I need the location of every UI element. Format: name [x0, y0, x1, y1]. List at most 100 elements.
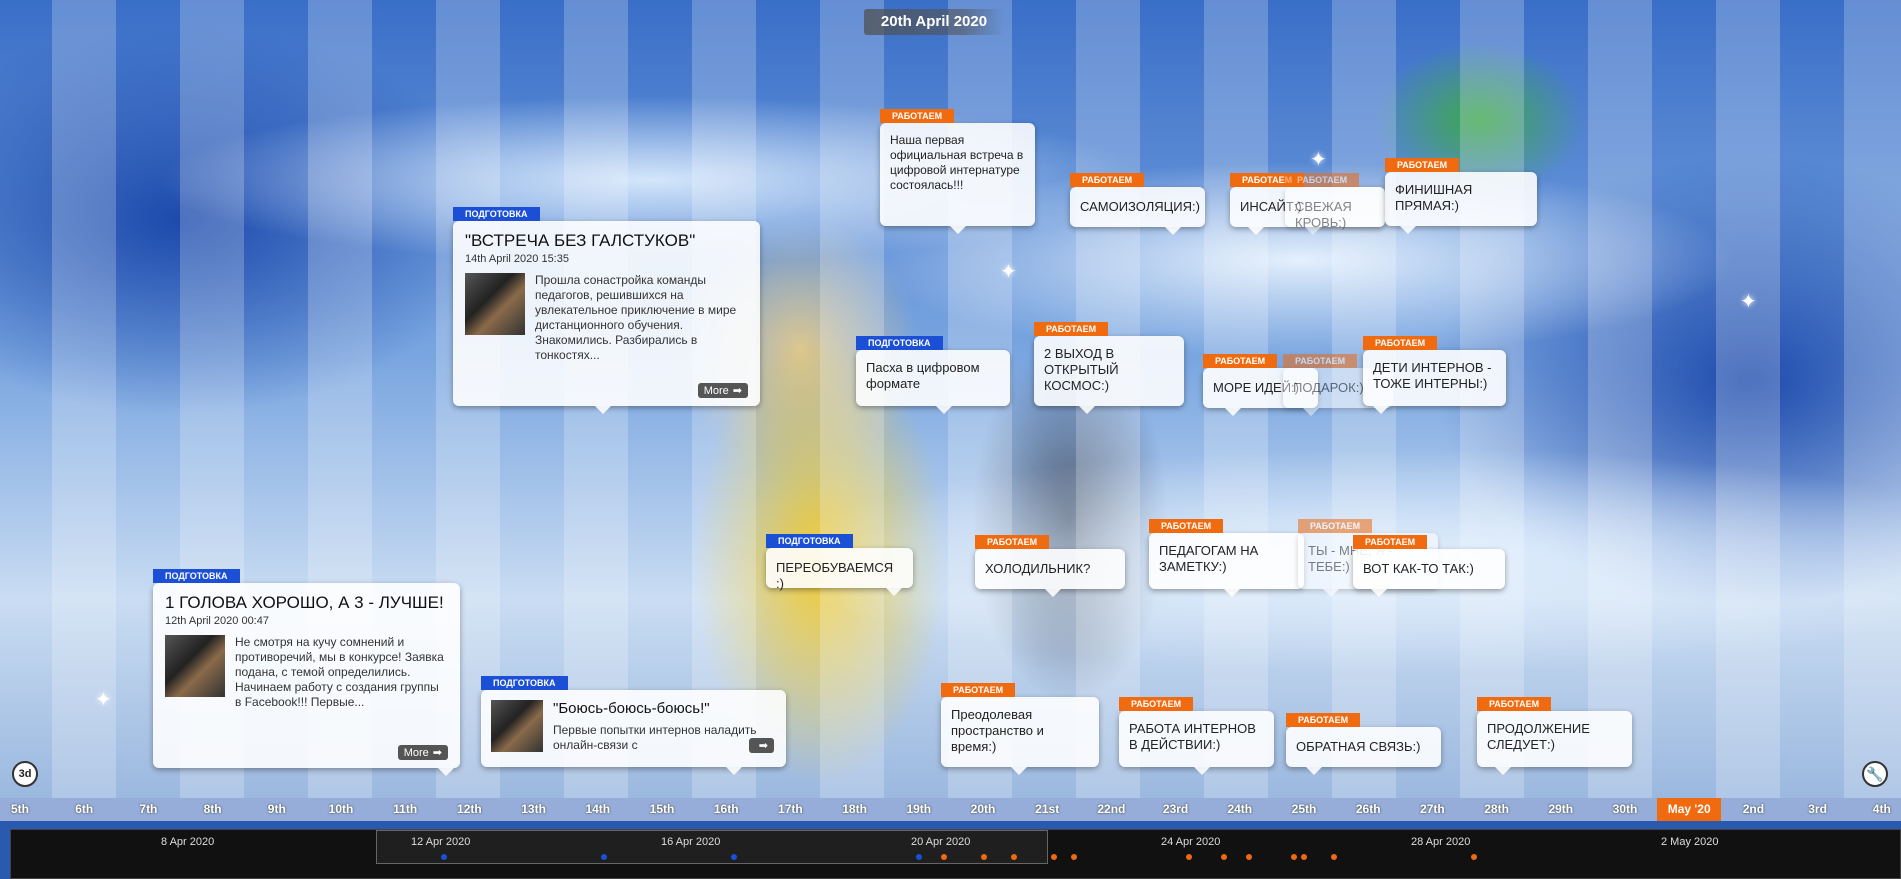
category-tag: РАБОТАЕМ	[1477, 697, 1552, 711]
category-tag: РАБОТАЕМ	[1385, 158, 1460, 172]
axis-tick[interactable]: 8th	[181, 798, 245, 821]
axis-tick[interactable]: 11th	[373, 798, 437, 821]
event-card[interactable]: РАБОТАЕМ ОБРАТНАЯ СВЯЗЬ:)	[1286, 713, 1441, 775]
event-card[interactable]: РАБОТАЕМ ПЕДАГОГАМ НА ЗАМЕТКУ:)	[1149, 519, 1304, 597]
axis-tick[interactable]: 13th	[502, 798, 566, 821]
axis-tick[interactable]: 17th	[758, 798, 822, 821]
axis-tick[interactable]: 6th	[52, 798, 116, 821]
axis-tick[interactable]: 15th	[630, 798, 694, 821]
minimap-event-marker	[1331, 854, 1337, 860]
star-icon: ✦	[1310, 149, 1327, 171]
axis-tick[interactable]: 23rd	[1144, 798, 1208, 821]
minimap-event-marker	[1246, 854, 1252, 860]
axis-tick[interactable]: 7th	[116, 798, 180, 821]
more-label: More	[703, 385, 729, 397]
event-card[interactable]: РАБОТАЕМ ПРОДОЛЖЕНИЕ СЛЕДУЕТ:)	[1477, 697, 1632, 775]
event-card[interactable]: РАБОТАЕМ Преодолевая пространство и врем…	[941, 683, 1099, 775]
arrow-right-icon: ➡	[432, 747, 442, 759]
minimap-date-label: 20 Apr 2020	[911, 836, 971, 848]
more-button[interactable]: ➡	[748, 738, 774, 753]
event-card[interactable]: РАБОТАЕМ ХОЛОДИЛЬНИК?	[975, 535, 1125, 597]
minimap-event-marker	[981, 854, 987, 860]
event-date: 14th April 2020 15:35	[465, 253, 569, 265]
day-stripe	[1716, 0, 1780, 798]
minimap-date-label: 12 Apr 2020	[411, 836, 471, 848]
axis-tick[interactable]: 22nd	[1079, 798, 1143, 821]
axis-tick[interactable]: 9th	[245, 798, 309, 821]
axis-tick[interactable]: 5th	[0, 798, 52, 821]
event-title: ПРОДОЛЖЕНИЕ СЛЕДУЕТ:)	[1487, 721, 1590, 752]
minimap-date-label: 16 Apr 2020	[661, 836, 721, 848]
event-card[interactable]: РАБОТАЕМ Наша первая официальная встреча…	[880, 109, 1035, 234]
event-title: ПЕДАГОГАМ НА ЗАМЕТКУ:)	[1159, 543, 1259, 574]
axis-tick[interactable]: 26th	[1336, 798, 1400, 821]
day-stripe	[1844, 0, 1901, 798]
axis-tick[interactable]: 24th	[1208, 798, 1272, 821]
event-title: РАБОТА ИНТЕРНОВ В ДЕЙСТВИИ:)	[1129, 721, 1256, 752]
event-card[interactable]: РАБОТАЕМ ФИНИШНАЯ ПРЯМАЯ:)	[1385, 158, 1537, 234]
axis-tick[interactable]: 30th	[1593, 798, 1657, 821]
minimap-event-marker	[1301, 854, 1307, 860]
day-stripe	[1588, 0, 1652, 798]
event-description: Первые попытки интернов наладить онлайн-…	[553, 723, 757, 752]
minimap-event-marker	[1071, 854, 1077, 860]
axis-tick[interactable]: 21st	[1015, 798, 1079, 821]
category-tag: РАБОТАЕМ	[1034, 322, 1109, 336]
timeline-minimap[interactable]: 8 Apr 2020 12 Apr 2020 16 Apr 2020 20 Apr 2…	[10, 829, 1901, 879]
axis-tick[interactable]: 19th	[887, 798, 951, 821]
axis-tick[interactable]: 27th	[1400, 798, 1464, 821]
event-card[interactable]: ПОДГОТОВКА "Боюсь-боюсь-боюсь!" Первые п…	[481, 676, 786, 775]
axis-tick[interactable]: 25th	[1272, 798, 1336, 821]
axis-tick[interactable]: 16th	[694, 798, 758, 821]
category-tag: ПОДГОТОВКА	[153, 569, 240, 583]
axis-tick[interactable]: 14th	[566, 798, 630, 821]
minimap-event-marker	[1291, 854, 1297, 860]
category-tag: РАБОТАЕМ	[1119, 697, 1194, 711]
minimap-event-marker	[1221, 854, 1227, 860]
axis-tick[interactable]: 12th	[437, 798, 501, 821]
event-thumbnail	[165, 635, 225, 697]
event-card[interactable]: РАБОТАЕМ СВЕЖАЯ КРОВЬ:)	[1285, 173, 1385, 235]
timeline-axis: 5th 6th 7th 8th 9th 10th 11th 12th 13th 14th 15th 1…	[0, 798, 1901, 821]
axis-tick[interactable]: 18th	[823, 798, 887, 821]
minimap-event-marker	[731, 854, 737, 860]
category-tag: РАБОТАЕМ	[1070, 173, 1145, 187]
axis-tick[interactable]: 4th	[1850, 798, 1901, 821]
minimap-event-marker	[1011, 854, 1017, 860]
event-card[interactable]: ПОДГОТОВКА Пасха в цифровом формате	[856, 336, 1010, 414]
axis-tick[interactable]: 28th	[1465, 798, 1529, 821]
axis-tick[interactable]: 29th	[1529, 798, 1593, 821]
axis-tick[interactable]: 20th	[951, 798, 1015, 821]
event-title: 1 ГОЛОВА ХОРОШО, А 3 - ЛУЧШЕ!	[165, 593, 444, 612]
event-description: Не смотря на кучу сомнений и противоречи…	[235, 635, 444, 709]
event-card[interactable]: РАБОТАЕМ САМОИЗОЛЯЦИЯ:)	[1070, 173, 1205, 235]
minimap-event-marker	[1471, 854, 1477, 860]
axis-tick[interactable]: May '20	[1657, 798, 1722, 821]
event-card[interactable]: РАБОТАЕМ ДЕТИ ИНТЕРНОВ - ТОЖЕ ИНТЕРНЫ:)	[1363, 336, 1506, 414]
event-title: ДЕТИ ИНТЕРНОВ - ТОЖЕ ИНТЕРНЫ:)	[1373, 360, 1492, 391]
event-title: ХОЛОДИЛЬНИК?	[985, 561, 1091, 576]
more-button[interactable]: More ➡	[397, 745, 448, 760]
event-card[interactable]: ПОДГОТОВКА ПЕРЕОБУВАЕМСЯ :)	[766, 534, 913, 596]
event-title: "ВСТРЕЧА БЕЗ ГАЛСТУКОВ"	[465, 231, 696, 250]
event-title: ПЕРЕОБУВАЕМСЯ :)	[776, 560, 894, 591]
event-card[interactable]: РАБОТАЕМ РАБОТА ИНТЕРНОВ В ДЕЙСТВИИ:)	[1119, 697, 1274, 775]
axis-tick[interactable]: 2nd	[1721, 798, 1785, 821]
event-title: СВЕЖАЯ КРОВЬ:)	[1295, 199, 1352, 230]
event-card[interactable]: ПОДГОТОВКА 1 ГОЛОВА ХОРОШО, А 3 - ЛУЧШЕ!…	[153, 569, 460, 776]
event-card[interactable]: РАБОТАЕМ ВОТ КАК-ТО ТАК:)	[1353, 535, 1505, 597]
event-card[interactable]: РАБОТАЕМ 2 ВЫХОД В ОТКРЫТЫЙ КОСМОС:)	[1034, 322, 1184, 414]
minimap-event-marker	[601, 854, 607, 860]
more-button[interactable]: More ➡	[697, 383, 748, 398]
view-3d-button[interactable]: 3d	[12, 761, 38, 787]
axis-tick[interactable]: 10th	[309, 798, 373, 821]
event-card[interactable]: ПОДГОТОВКА "ВСТРЕЧА БЕЗ ГАЛСТУКОВ" 14th …	[453, 207, 760, 414]
minimap-event-marker	[1051, 854, 1057, 860]
axis-tick[interactable]: 3rd	[1786, 798, 1850, 821]
event-title: 2 ВЫХОД В ОТКРЫТЫЙ КОСМОС:)	[1044, 346, 1119, 393]
wrench-icon[interactable]: 🔧	[1862, 761, 1888, 787]
event-title: Наша первая официальная встреча в цифров…	[890, 133, 1024, 192]
category-tag: РАБОТАЕМ	[1149, 519, 1224, 533]
star-icon: ✦	[1740, 291, 1757, 313]
minimap-event-marker	[916, 854, 922, 860]
